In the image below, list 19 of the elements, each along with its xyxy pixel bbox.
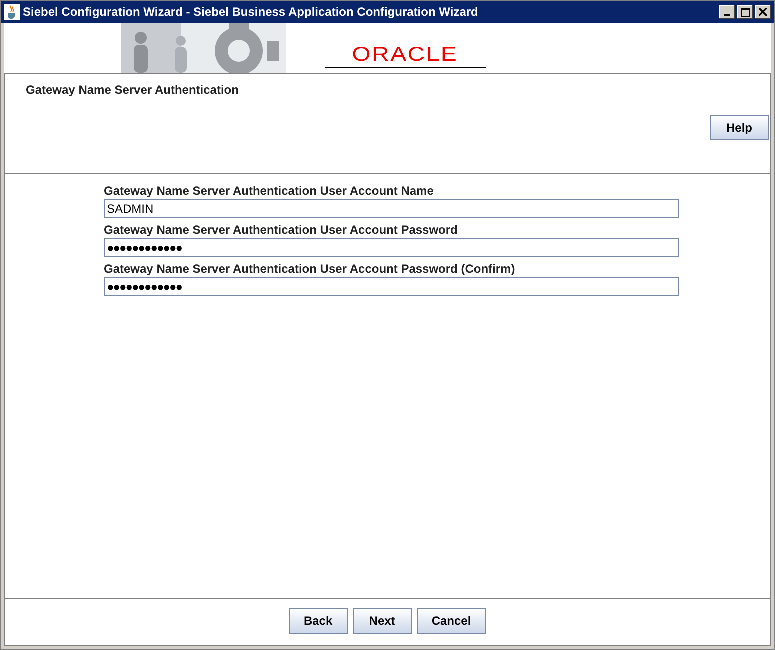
close-button[interactable] [755, 5, 771, 19]
oracle-logo: ORACLE [352, 45, 458, 65]
password-field[interactable]: ●●●●●●●●●●●● [104, 277, 679, 296]
text-field[interactable]: SADMIN [104, 199, 679, 218]
field-label: Gateway Name Server Authentication User Account Password (Confirm) [104, 261, 516, 277]
field-label: Gateway Name Server Authentication User Account Password [104, 222, 459, 238]
help-button[interactable]: Help [710, 115, 769, 140]
minimize-button[interactable] [719, 5, 735, 19]
wizard-button[interactable]: Next [352, 608, 412, 634]
password-field[interactable]: ●●●●●●●●●●●● [104, 238, 679, 257]
close-icon [759, 8, 767, 16]
wizard-button[interactable]: Back [288, 608, 348, 634]
maximize-button[interactable] [737, 5, 753, 19]
window-title: Siebel Configuration Wizard - Siebel Business Application Configuration Wizard [23, 4, 480, 21]
field-label: Gateway Name Server Authentication User Account Name [104, 183, 435, 199]
java-cup-icon [4, 4, 20, 20]
maximize-icon [740, 8, 750, 16]
wizard-button[interactable]: Cancel [416, 608, 486, 634]
section-title: Gateway Name Server Authentication [26, 82, 240, 99]
